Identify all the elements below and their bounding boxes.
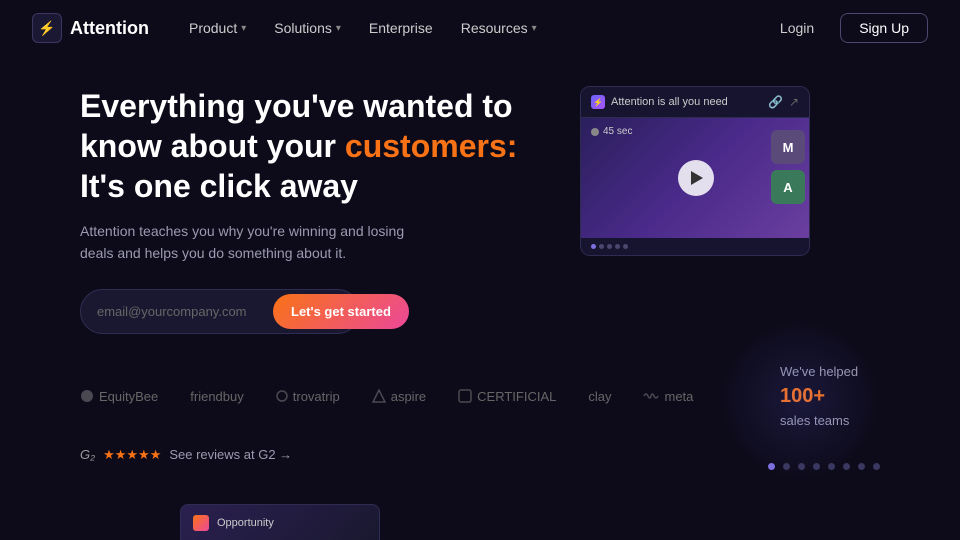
chevron-icon: ▾	[241, 23, 246, 34]
video-card-title: Attention is all you need	[611, 96, 728, 108]
dot-nav-item[interactable]	[813, 463, 820, 470]
brand-aspire: aspire	[372, 389, 426, 404]
g2-review-link[interactable]: See reviews at G2 →	[169, 447, 292, 462]
dot-nav-item[interactable]	[768, 463, 775, 470]
navbar: ⚡ Attention Product ▾ Solutions ▾ Enterp…	[0, 0, 960, 56]
g2-logo: G₂	[80, 447, 95, 462]
dot-nav-item[interactable]	[798, 463, 805, 470]
video-thumbnail[interactable]: 45 sec M A	[581, 118, 810, 238]
signup-button[interactable]: Sign Up	[840, 13, 928, 43]
progress-dot	[591, 244, 596, 249]
video-bottom-bar	[581, 238, 809, 255]
nav-actions: Login Sign Up	[766, 13, 928, 43]
hero-subtitle: Attention teaches you why you're winning…	[80, 220, 420, 265]
g2-stars: ★★★★★	[103, 447, 161, 463]
video-card-header: ⚡ Attention is all you need 🔗 ↗	[581, 87, 809, 118]
external-icon[interactable]: ↗	[789, 95, 799, 109]
chevron-icon: ▾	[336, 23, 341, 34]
logo-icon: ⚡	[32, 13, 62, 43]
play-icon	[691, 171, 703, 185]
preview-text: Opportunity	[217, 517, 274, 529]
progress-dot	[615, 244, 620, 249]
bottom-preview-card: Opportunity	[180, 504, 380, 540]
brand-clay: clay	[588, 389, 611, 404]
vcard-logo-icon: ⚡	[591, 95, 605, 109]
video-sidebar: M A	[771, 130, 805, 204]
chevron-icon: ▾	[532, 23, 537, 34]
brand-trovatrip: trovatrip	[276, 389, 340, 404]
helped-text: We've helped 100+ sales teams	[780, 362, 900, 431]
nav-solutions[interactable]: Solutions ▾	[274, 20, 341, 36]
hero-section: Everything you've wanted to know about y…	[0, 56, 960, 334]
cta-button[interactable]: Let's get started	[273, 294, 409, 329]
progress-dot	[623, 244, 628, 249]
dot-nav-item[interactable]	[858, 463, 865, 470]
hero-title: Everything you've wanted to know about y…	[80, 86, 520, 206]
dot-nav-item[interactable]	[843, 463, 850, 470]
g2-row: G₂ ★★★★★ See reviews at G2 →	[0, 431, 960, 463]
logo[interactable]: ⚡ Attention	[32, 13, 149, 43]
login-button[interactable]: Login	[766, 14, 828, 42]
timer-icon	[591, 128, 599, 136]
avatar-a: A	[771, 170, 805, 204]
progress-dot	[607, 244, 612, 249]
video-timer: 45 sec	[591, 126, 632, 137]
brand-meta: meta	[643, 389, 693, 404]
nav-resources[interactable]: Resources ▾	[461, 20, 537, 36]
logos-section: EquityBee friendbuy trovatrip aspire CER…	[0, 334, 960, 431]
play-button[interactable]	[678, 160, 714, 196]
progress-dots	[591, 244, 628, 249]
dot-nav-item[interactable]	[873, 463, 880, 470]
dot-nav-item[interactable]	[828, 463, 835, 470]
dot-nav-item[interactable]	[783, 463, 790, 470]
email-input[interactable]	[97, 298, 273, 325]
progress-dot	[599, 244, 604, 249]
nav-product[interactable]: Product ▾	[189, 20, 246, 36]
avatar-m: M	[771, 130, 805, 164]
brand-friendbuy: friendbuy	[190, 389, 243, 404]
video-card: ⚡ Attention is all you need 🔗 ↗ 45 sec M	[580, 86, 810, 256]
nav-links: Product ▾ Solutions ▾ Enterprise Resourc…	[189, 20, 766, 36]
link-icon[interactable]: 🔗	[768, 95, 783, 109]
nav-enterprise[interactable]: Enterprise	[369, 20, 433, 36]
logos-row: EquityBee friendbuy trovatrip aspire CER…	[80, 389, 756, 404]
email-form: Let's get started	[80, 289, 360, 334]
hero-right: ⚡ Attention is all you need 🔗 ↗ 45 sec M	[580, 86, 820, 256]
dot-navigation	[768, 463, 880, 470]
preview-icon	[193, 515, 209, 531]
brand-equitybee: EquityBee	[80, 389, 158, 404]
brand-certificial: CERTIFICIAL	[458, 389, 556, 404]
hero-left: Everything you've wanted to know about y…	[80, 86, 520, 334]
logo-text: Attention	[70, 18, 149, 39]
